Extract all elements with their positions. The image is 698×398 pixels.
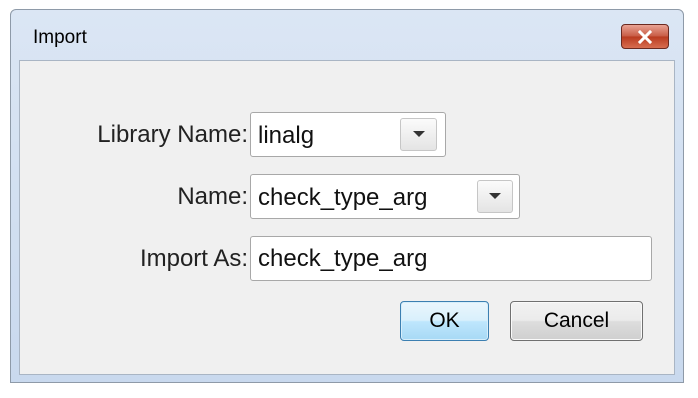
- ok-button[interactable]: OK: [400, 301, 489, 341]
- library-name-value: linalg: [258, 122, 315, 149]
- close-icon: [637, 29, 653, 44]
- import-dialog: Import Library Name: linalg Name: check_…: [10, 9, 684, 383]
- import-as-label: Import As:: [139, 245, 248, 272]
- name-value: check_type_arg: [258, 184, 428, 211]
- name-dropdown-button[interactable]: [477, 180, 513, 213]
- library-name-dropdown[interactable]: linalg: [250, 112, 446, 157]
- dialog-body: Library Name: linalg Name: check_type_ar…: [19, 60, 675, 375]
- chevron-down-icon: [412, 131, 425, 137]
- name-dropdown[interactable]: check_type_arg: [250, 174, 520, 219]
- cancel-button[interactable]: Cancel: [510, 301, 643, 341]
- library-name-dropdown-button[interactable]: [400, 118, 437, 151]
- name-label: Name:: [177, 183, 248, 210]
- title-bar[interactable]: Import: [11, 10, 683, 60]
- chevron-down-icon: [489, 193, 501, 199]
- dialog-title: Import: [33, 27, 87, 48]
- close-button[interactable]: [621, 24, 669, 49]
- library-name-label: Library Name:: [97, 121, 248, 148]
- import-as-input[interactable]: [250, 236, 652, 281]
